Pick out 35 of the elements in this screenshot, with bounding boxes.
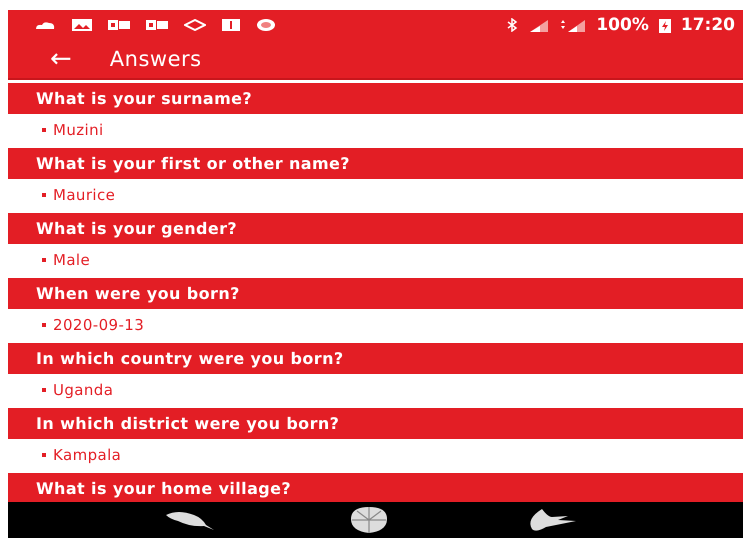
question-text: What is your surname? (36, 89, 252, 108)
leaf-icon[interactable] (164, 509, 216, 531)
bullet-icon (42, 258, 46, 262)
question-text: What is your first or other name? (36, 154, 350, 173)
bluetooth-icon (506, 18, 518, 32)
question-text: In which district were you born? (36, 414, 340, 433)
image-icon (72, 19, 92, 31)
signal-icon (560, 18, 586, 32)
battery-icon (658, 18, 671, 32)
clock: 17:20 (680, 15, 735, 35)
question-text: In which country were you born? (36, 349, 344, 368)
message-icon (146, 19, 168, 31)
question-text: What is your gender? (36, 219, 238, 238)
signal-icon (528, 18, 550, 32)
answer-text: Kampala (53, 446, 122, 464)
bullet-icon (42, 452, 46, 456)
bullet-icon (42, 388, 46, 392)
answer-text: 2020-09-13 (53, 316, 144, 334)
bullet-icon (42, 192, 46, 196)
layers-icon (184, 19, 206, 31)
flag-icon (222, 19, 240, 31)
answer-text: Male (53, 250, 90, 268)
answer-text: Muzini (53, 120, 104, 138)
message-icon (108, 19, 130, 31)
question-text: What is your home village? (36, 479, 292, 498)
answer-text: Uganda (53, 380, 114, 398)
bullet-icon (42, 128, 46, 132)
battery-percentage: 100% (596, 15, 649, 35)
answer-text: Maurice (53, 186, 116, 204)
screen-title: Answers (110, 47, 202, 71)
cloud-icon (34, 20, 56, 30)
back-button[interactable]: ← (46, 46, 76, 72)
bullet-icon (42, 322, 46, 326)
record-icon (256, 18, 276, 32)
question-text: When were you born? (36, 284, 240, 303)
